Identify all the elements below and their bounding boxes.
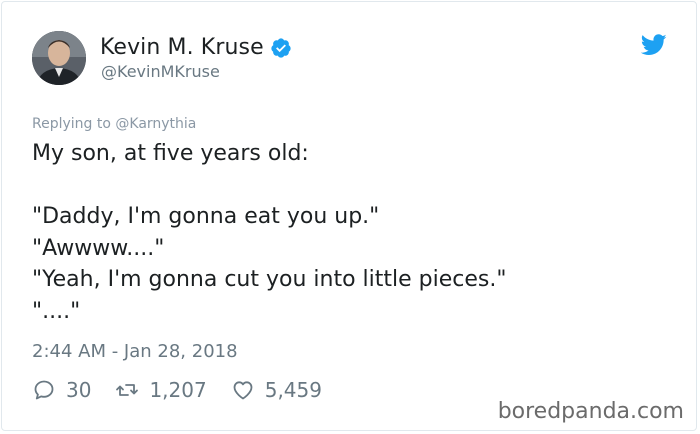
like-count: 5,459 xyxy=(264,378,322,402)
heart-icon xyxy=(233,381,253,400)
tweet-text: My son, at five years old: "Daddy, I'm g… xyxy=(32,138,672,327)
twitter-bird-icon[interactable] xyxy=(640,34,667,56)
author-name-row: Kevin M. Kruse xyxy=(100,33,292,63)
author-handle[interactable]: @KevinMKruse xyxy=(101,61,220,83)
tweet-line xyxy=(32,170,672,202)
watermark: boredpanda.com xyxy=(497,399,684,424)
avatar-image xyxy=(32,31,86,85)
tweet-actions: 30 1,207 5,459 xyxy=(32,376,346,404)
tweet-line: My son, at five years old: xyxy=(32,141,309,166)
retweet-button[interactable]: 1,207 xyxy=(115,378,207,402)
tweet-line: "Yeah, I'm gonna cut you into little pie… xyxy=(32,267,507,292)
reply-count: 30 xyxy=(66,378,92,402)
like-button[interactable]: 5,459 xyxy=(231,378,322,402)
avatar[interactable] xyxy=(32,31,86,85)
tweet-line: "Awwww...." xyxy=(32,235,165,261)
tweet-line: "Daddy, I'm gonna eat you up." xyxy=(32,204,380,229)
verified-badge-icon xyxy=(270,37,292,59)
reply-icon xyxy=(34,380,54,400)
reply-to-label[interactable]: Replying to @Karnythia xyxy=(32,114,196,134)
tweet-timestamp[interactable]: 2:44 AM - Jan 28, 2018 xyxy=(32,340,238,364)
author-display-name[interactable]: Kevin M. Kruse xyxy=(100,33,264,63)
reply-button[interactable]: 30 xyxy=(32,378,91,402)
retweet-count: 1,207 xyxy=(149,378,207,402)
retweet-icon xyxy=(116,384,139,396)
tweet-line: "...." xyxy=(32,298,81,324)
